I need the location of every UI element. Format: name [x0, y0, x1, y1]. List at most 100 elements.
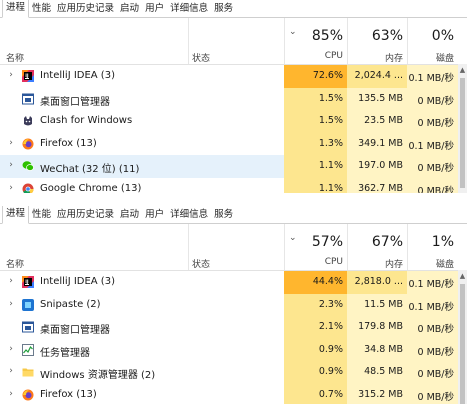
cpu-column-label[interactable]: CPU [284, 257, 343, 267]
process-row[interactable]: › Snipaste (2) 2.3% 11.5 MB 0.1 MB/秒 [0, 293, 467, 317]
tab-6[interactable]: 服务 [211, 207, 236, 223]
cpu-total-percent[interactable]: 57% [284, 234, 343, 250]
column-divider [347, 224, 348, 270]
column-divider [284, 18, 285, 64]
tab-3[interactable]: 启动 [117, 207, 142, 223]
tab-4[interactable]: 用户 [142, 1, 167, 17]
name-column-header[interactable]: 名称 [6, 257, 24, 270]
process-row[interactable]: › Firefox (13) 0.7% 315.2 MB 0 MB/秒 [0, 383, 467, 404]
column-divider [407, 224, 408, 270]
vertical-scrollbar[interactable]: ▲ [458, 64, 467, 193]
cpu-usage-cell: 0.9% [284, 338, 347, 362]
disk-usage-cell: 0 MB/秒 [407, 155, 458, 178]
tab-1[interactable]: 性能 [29, 207, 54, 223]
scrollbar-thumb[interactable] [460, 78, 465, 188]
wechat-icon [22, 160, 34, 172]
process-row[interactable]: 桌面窗口管理器 2.1% 179.8 MB 0 MB/秒 [0, 316, 467, 339]
status-column-header[interactable]: 状态 [192, 257, 210, 270]
disk-usage-cell: 0 MB/秒 [407, 338, 458, 362]
process-row[interactable]: › Firefox (13) 1.3% 349.1 MB 0.1 MB/秒 [0, 132, 467, 156]
tab-2[interactable]: 应用历史记录 [54, 207, 117, 223]
process-name: Google Chrome (13) [40, 182, 142, 193]
cpu-usage-cell: 1.5% [284, 87, 347, 111]
process-name: IntelliJ IDEA (3) [40, 276, 115, 287]
scroll-up-arrow-icon[interactable]: ▲ [458, 272, 467, 280]
column-divider [188, 224, 189, 270]
firefox-icon [22, 389, 34, 401]
cpu-usage-cell: 2.3% [284, 293, 347, 317]
expand-chevron-icon[interactable]: › [7, 276, 15, 286]
process-name: Snipaste (2) [40, 298, 101, 310]
process-row[interactable]: 桌面窗口管理器 1.5% 135.5 MB 0 MB/秒 [0, 87, 467, 111]
cpu-total-percent[interactable]: 85% [284, 28, 343, 44]
cpu-usage-cell: 1.5% [284, 110, 347, 133]
process-name: Firefox (13) [40, 388, 97, 400]
task-manager-panel-bottom: 进程 性能 应用历史记录 启动 用户 详细信息 服务 ⌄ 57% 67% 1% 名称 状态 CPU 内存 磁盘… [0, 206, 467, 404]
cpu-usage-cell: 1.1% [284, 177, 347, 193]
chrome-icon [22, 183, 34, 193]
process-name: 桌面窗口管理器 [40, 96, 110, 108]
memory-usage-cell: 48.5 MB [347, 361, 407, 384]
tab-2[interactable]: 应用历史记录 [54, 1, 117, 17]
cpu-usage-cell: 72.6% [284, 65, 347, 88]
memory-total-percent[interactable]: 63% [347, 28, 403, 44]
column-header: ⌄ 85% 63% 0% 名称 状态 CPU 内存 磁盘 [0, 18, 467, 65]
process-row[interactable]: › Windows 资源管理器 (2) 0.9% 48.5 MB 0 MB/秒 [0, 361, 467, 384]
status-column-header[interactable]: 状态 [192, 51, 210, 64]
cpu-column-label[interactable]: CPU [284, 51, 343, 61]
disk-usage-cell: 0 MB/秒 [407, 316, 458, 339]
expand-chevron-icon[interactable]: › [7, 389, 15, 399]
process-row[interactable]: Clash for Windows 1.5% 23.5 MB 0 MB/秒 [0, 110, 467, 133]
disk-column-label[interactable]: 磁盘 [407, 257, 454, 270]
cpu-usage-cell: 0.7% [284, 383, 347, 404]
scroll-up-arrow-icon[interactable]: ▲ [458, 66, 467, 74]
expand-chevron-icon[interactable]: › [7, 344, 15, 354]
disk-usage-cell: 0.1 MB/秒 [407, 271, 458, 294]
process-row[interactable]: › IJ IntelliJ IDEA (3) 44.4% 2,818.0 ... 0.1 … [0, 271, 467, 294]
process-row[interactable]: › WeChat (32 位) (11) 1.1% 197.0 MB 0 MB/秒 [0, 155, 467, 178]
tab-5[interactable]: 详细信息 [167, 207, 211, 223]
cpu-usage-cell: 44.4% [284, 271, 347, 294]
intellij-idea-icon: IJ [22, 276, 34, 288]
expand-chevron-icon[interactable]: › [7, 138, 15, 148]
expand-chevron-icon[interactable]: › [7, 160, 15, 170]
process-row[interactable]: › 任务管理器 0.9% 34.8 MB 0 MB/秒 [0, 338, 467, 362]
process-row[interactable]: › Google Chrome (13) 1.1% 362.7 MB 0 MB/秒 [0, 177, 467, 193]
tab-4[interactable]: 用户 [142, 207, 167, 223]
memory-column-label[interactable]: 内存 [347, 51, 403, 64]
column-divider [347, 18, 348, 64]
memory-usage-cell: 23.5 MB [347, 110, 407, 133]
memory-column-label[interactable]: 内存 [347, 257, 403, 270]
memory-usage-cell: 135.5 MB [347, 87, 407, 111]
memory-usage-cell: 197.0 MB [347, 155, 407, 178]
column-header: ⌄ 57% 67% 1% 名称 状态 CPU 内存 磁盘 [0, 224, 467, 271]
disk-total-percent[interactable]: 0% [407, 28, 454, 44]
disk-column-label[interactable]: 磁盘 [407, 51, 454, 64]
clash-icon [22, 115, 34, 127]
memory-usage-cell: 315.2 MB [347, 383, 407, 404]
memory-usage-cell: 34.8 MB [347, 338, 407, 362]
expand-chevron-icon[interactable]: › [7, 366, 15, 376]
tab-1[interactable]: 性能 [29, 1, 54, 17]
disk-usage-cell: 0.1 MB/秒 [407, 293, 458, 317]
cpu-usage-cell: 2.1% [284, 316, 347, 339]
scrollbar-thumb[interactable] [460, 284, 465, 404]
tab-0[interactable]: 进程 [2, 206, 30, 224]
vertical-scrollbar[interactable]: ▲ [458, 270, 467, 404]
disk-total-percent[interactable]: 1% [407, 234, 454, 250]
tab-6[interactable]: 服务 [211, 1, 236, 17]
cpu-usage-cell: 0.9% [284, 361, 347, 384]
intellij-idea-icon: IJ [22, 70, 34, 82]
tab-0[interactable]: 进程 [2, 0, 30, 18]
tab-5[interactable]: 详细信息 [167, 1, 211, 17]
expand-chevron-icon[interactable]: › [7, 70, 15, 80]
expand-chevron-icon[interactable]: › [7, 183, 15, 193]
tab-3[interactable]: 启动 [117, 1, 142, 17]
name-column-header[interactable]: 名称 [6, 51, 24, 64]
process-list: › IJ IntelliJ IDEA (3) 44.4% 2,818.0 ... 0.1 … [0, 271, 467, 404]
disk-usage-cell: 0 MB/秒 [407, 87, 458, 111]
expand-chevron-icon[interactable]: › [7, 299, 15, 309]
memory-total-percent[interactable]: 67% [347, 234, 403, 250]
process-name: 任务管理器 [40, 347, 90, 359]
process-row[interactable]: › IJ IntelliJ IDEA (3) 72.6% 2,024.4 ... 0.1 … [0, 65, 467, 88]
